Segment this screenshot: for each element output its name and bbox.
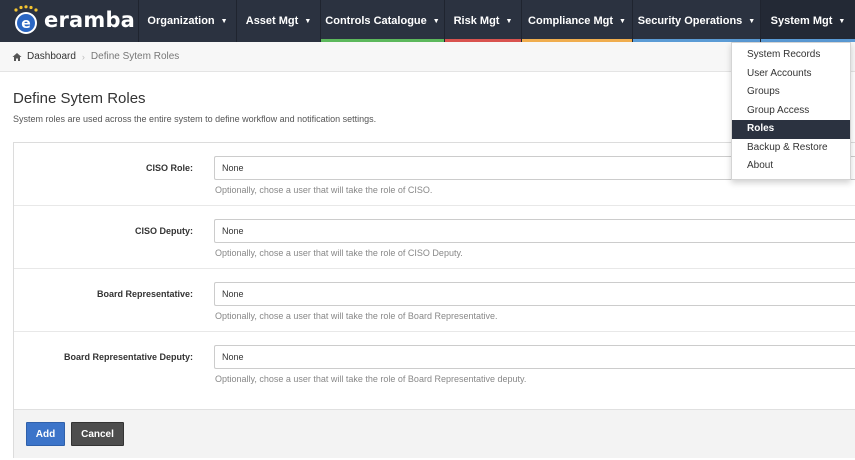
menu-item-backup-restore[interactable]: Backup & Restore [732,139,850,158]
caret-down-icon: ▼ [838,17,846,25]
form-actions: Add Cancel [14,409,855,458]
nav-controls-catalogue-label: Controls Catalogue [325,15,427,27]
caret-down-icon: ▼ [505,17,513,25]
caret-down-icon: ▼ [304,17,312,25]
ciso-deputy-help: Optionally, chose a user that will take … [215,248,463,258]
menu-item-about[interactable]: About [732,157,850,176]
menu-item-user-accounts[interactable]: User Accounts [732,65,850,84]
ciso-deputy-label: CISO Deputy: [134,226,193,236]
nav-asset-mgt-label: Asset Mgt [245,15,299,27]
caret-down-icon: ▼ [432,17,440,25]
board-representative-help: Optionally, chose a user that will take … [215,311,498,321]
nav-controls-catalogue[interactable]: Controls Catalogue ▼ [320,0,444,42]
form-row-ciso-role: CISO Role: None Optionally, chose a user… [14,143,855,206]
menu-item-system-records[interactable]: System Records [732,46,850,65]
nav-risk-mgt-label: Risk Mgt [453,15,500,27]
nav-system-mgt[interactable]: System Mgt ▼ [760,0,855,42]
cancel-button[interactable]: Cancel [71,422,124,446]
board-representative-deputy-label: Board Representative Deputy: [63,352,193,362]
form-row-board-representative-deputy: Board Representative Deputy: None Option… [14,332,855,409]
menu-item-groups[interactable]: Groups [732,83,850,102]
ciso-role-help: Optionally, chose a user that will take … [215,185,433,195]
caret-down-icon: ▼ [748,17,756,25]
menu-item-group-access[interactable]: Group Access [732,102,850,121]
nav-security-operations[interactable]: Security Operations ▼ [632,0,760,42]
breadcrumb: Dashboard › Define Sytem Roles [0,42,855,72]
nav-organization[interactable]: Organization ▼ [138,0,236,42]
caret-down-icon: ▼ [619,17,626,25]
page-description: System roles are used across the entire … [13,114,377,124]
eramba-logo-icon: e [14,5,38,34]
caret-down-icon: ▼ [220,17,228,25]
nav-asset-mgt[interactable]: Asset Mgt ▼ [236,0,320,42]
home-icon [12,52,22,61]
nav-compliance-mgt-label: Compliance Mgt [528,15,613,27]
nav-compliance-mgt[interactable]: Compliance Mgt ▼ [521,0,632,42]
board-representative-deputy-help: Optionally, chose a user that will take … [215,374,527,384]
system-mgt-dropdown-menu: System Records User Accounts Groups Grou… [731,42,851,180]
breadcrumb-separator-icon: › [81,51,85,62]
nav-system-mgt-label: System Mgt [770,15,833,27]
nav-security-operations-label: Security Operations [637,15,743,27]
board-representative-select[interactable]: None [214,282,855,306]
logo-text: eramba [44,8,136,32]
roles-form: CISO Role: None Optionally, chose a user… [13,142,855,458]
form-row-ciso-deputy: CISO Deputy: None Optionally, chose a us… [14,206,855,269]
add-button[interactable]: Add [26,422,65,446]
board-representative-label: Board Representative: [96,289,193,299]
breadcrumb-dashboard-link[interactable]: Dashboard [27,51,76,62]
page-title: Define Sytem Roles [13,90,146,107]
eramba-logo[interactable]: e eramba [12,5,137,37]
nav-organization-label: Organization [147,15,215,27]
menu-item-roles[interactable]: Roles [732,120,850,139]
form-row-board-representative: Board Representative: None Optionally, c… [14,269,855,332]
board-representative-deputy-select[interactable]: None [214,345,855,369]
top-navbar: e eramba Organization ▼ Asset Mgt ▼ Contro… [0,0,855,42]
svg-text:e: e [21,16,31,32]
ciso-role-label: CISO Role: [145,163,193,173]
ciso-deputy-select[interactable]: None [214,219,855,243]
nav-risk-mgt[interactable]: Risk Mgt ▼ [444,0,521,42]
breadcrumb-current: Define Sytem Roles [90,51,180,62]
